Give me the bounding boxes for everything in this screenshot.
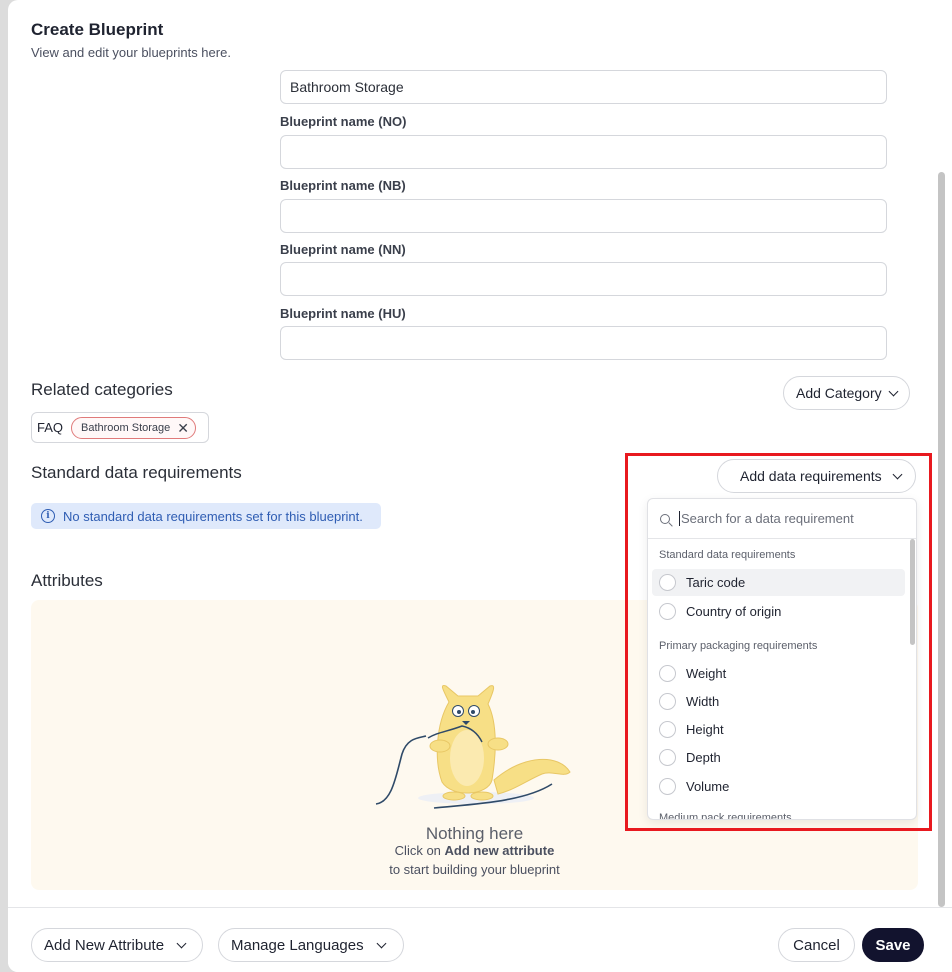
modal-scrollbar[interactable] <box>938 172 945 907</box>
cancel-button[interactable]: Cancel <box>778 928 855 962</box>
manage-languages-button[interactable]: Manage Languages <box>218 928 404 962</box>
info-icon: i <box>41 509 55 523</box>
blueprint-name-hu-label: Blueprint name (HU) <box>280 306 406 321</box>
status-badge: i No standard data requirements set for … <box>31 503 381 529</box>
close-icon[interactable]: ✕ <box>177 421 189 435</box>
save-button[interactable]: Save <box>862 928 924 962</box>
empty-requirements-message: No standard data requirements set for th… <box>63 508 363 524</box>
chevron-down-icon <box>888 386 899 396</box>
page-title: Create Blueprint <box>31 20 164 39</box>
empty-state-link: Add new attribute <box>444 843 555 858</box>
chevron-down-icon <box>376 938 387 948</box>
standard-data-title: Standard data requirements <box>31 463 242 482</box>
add-category-label: Add Category <box>796 385 882 401</box>
blueprint-name-nn-label: Blueprint name (NN) <box>280 242 406 257</box>
category-chip: Bathroom Storage ✕ <box>71 416 197 439</box>
blueprint-name-input-default[interactable]: Bathroom Storage <box>280 70 887 104</box>
cat-illustration <box>375 685 571 809</box>
category-group-label: FAQ <box>37 420 64 435</box>
category-group: FAQ Bathroom Storage ✕ <box>31 412 209 443</box>
category-chip-label: Bathroom Storage <box>81 421 171 434</box>
highlight-frame <box>625 453 932 831</box>
empty-state-suffix: to start building your blueprint <box>389 862 560 877</box>
cancel-label: Cancel <box>793 936 840 954</box>
attributes-title: Attributes <box>31 571 103 590</box>
blueprint-name-nb-input[interactable] <box>280 199 887 233</box>
add-new-attribute-label: Add New Attribute <box>44 936 165 954</box>
blueprint-name-hu-input[interactable] <box>280 326 887 360</box>
page-subtitle: View and edit your blueprints here. <box>31 45 231 60</box>
add-category-button[interactable]: Add Category <box>783 376 910 410</box>
blueprint-name-nn-input[interactable] <box>280 262 887 296</box>
blueprint-name-no-label: Blueprint name (NO) <box>280 114 407 129</box>
empty-state-prefix: Click on <box>394 843 445 858</box>
add-new-attribute-button[interactable]: Add New Attribute <box>31 928 204 962</box>
related-categories-title: Related categories <box>31 380 173 399</box>
blueprint-name-no-input[interactable] <box>280 135 887 169</box>
chevron-down-icon <box>176 938 187 948</box>
empty-state-hint: Click on Add new attribute <box>31 843 918 858</box>
blueprint-name-nb-label: Blueprint name (NB) <box>280 178 406 193</box>
modal-footer: Add New Attribute Manage Languages Cance… <box>8 907 952 972</box>
save-label: Save <box>875 936 911 954</box>
manage-languages-label: Manage Languages <box>231 936 364 954</box>
